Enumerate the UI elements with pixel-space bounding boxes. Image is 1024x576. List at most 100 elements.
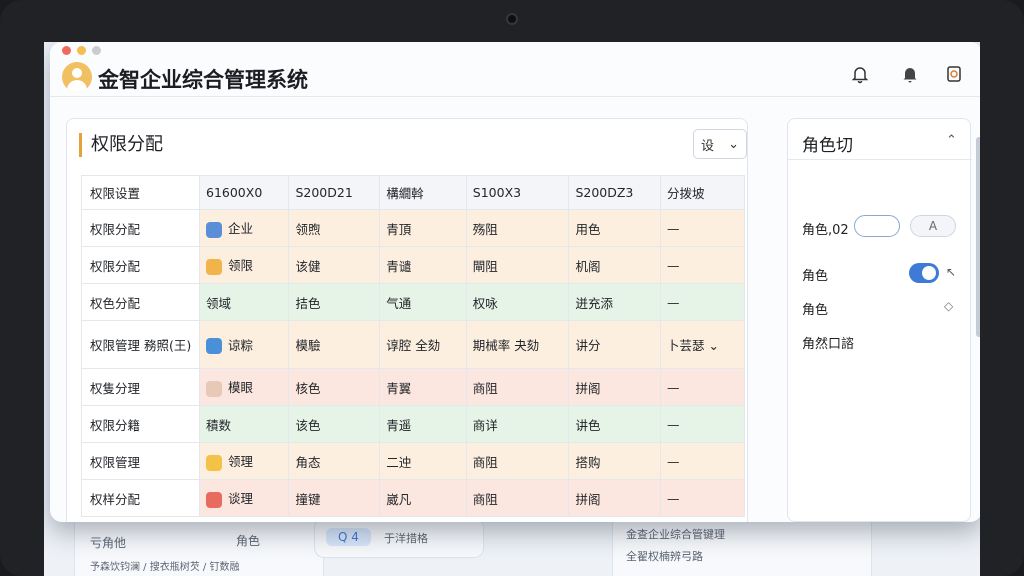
filter-dropdown[interactable]: 设 ⌄ (693, 129, 747, 159)
diamond-icon[interactable]: ◇ (944, 299, 953, 313)
role-toggle[interactable] (909, 263, 939, 283)
screen: 亏角他 角色 予森饮钧澜 / 搜衣瓶树芡 / 钉数融 Q 4 于洋措格 金查企业… (44, 42, 980, 576)
table-row[interactable]: 权限分配 企业 领煦 青頂 殇阻 用色 — (81, 209, 745, 247)
cell-text: — (667, 294, 680, 310)
row-label[interactable]: 权限管理 務照(王) (81, 320, 200, 369)
background-text: 全翟权楠辨弓路 (626, 550, 703, 563)
cell-text: 積数 (206, 417, 232, 433)
row-label[interactable]: 权限管理 (81, 442, 200, 480)
table-row[interactable]: 权样分配 谈理 撞键 崴凡 商阻 拼阁 — (81, 479, 745, 517)
background-card-right (612, 514, 872, 576)
scrollbar[interactable] (976, 137, 980, 337)
table-row[interactable]: 权限管理 務照(王) 谅粽 模驗 谆腔 全劾 期械率 夬劾 讲分 卜芸瑟 ⌄ (81, 320, 745, 369)
table-cell: 商详 (465, 405, 570, 443)
role-input[interactable] (854, 215, 900, 237)
table-cell: 商阻 (465, 442, 570, 480)
table-cell: — (660, 283, 745, 321)
background-text: 予森饮钧澜 / 搜衣瓶树芡 / 钉数融 (90, 562, 240, 573)
table-cell: 拼阁 (568, 368, 662, 406)
bell-icon[interactable] (848, 62, 872, 86)
close-dot[interactable] (62, 46, 71, 55)
row-label[interactable]: 权限分配 (81, 209, 200, 247)
minimize-dot[interactable] (77, 46, 86, 55)
cell-text: — (667, 257, 680, 273)
table-cell: 青谴 (379, 246, 467, 284)
avatar[interactable] (62, 62, 92, 92)
table-cell: 领限 (198, 246, 290, 284)
cell-text: — (667, 220, 680, 236)
divider (788, 159, 972, 160)
table-cell: 青遥 (379, 405, 467, 443)
cell-text: 閘阻 (472, 258, 498, 274)
table-cell: 用色 (568, 209, 662, 247)
column-header[interactable]: 61600X0 (198, 175, 290, 210)
table-cell: 青翼 (379, 368, 467, 406)
cell-text: 青頂 (386, 221, 412, 237)
table-row[interactable]: 权隻分理 模眼 核色 青翼 商阻 拼阁 — (81, 368, 745, 406)
permission-panel: 权限分配 设 ⌄ 权限设置 61600X0 S200D21 構繝斡 S100X3… (66, 118, 748, 522)
window-controls (62, 46, 101, 55)
cell-text: 商详 (472, 417, 498, 433)
cell-text: 青谴 (386, 258, 412, 274)
row-label[interactable]: 权隻分理 (81, 368, 200, 406)
cell-text: 模眼 (228, 380, 254, 396)
column-header[interactable]: 权限设置 (81, 175, 200, 210)
maximize-dot[interactable] (92, 46, 101, 55)
cell-text: 拮色 (295, 295, 321, 311)
cell-text: 搭购 (575, 454, 601, 470)
cell-text: 谈理 (228, 491, 254, 507)
cell-text: 领理 (228, 454, 254, 470)
cell-text: 卜芸瑟 (667, 338, 705, 353)
table-cell: 讲色 (568, 405, 662, 443)
role-panel: 角色切 ⌃ 角色,02 A 角色 ↖ 角色 ◇ 角然口諮 (787, 118, 972, 522)
chevron-up-icon[interactable]: ⌃ (946, 133, 957, 148)
cell-text: 迸充添 (575, 295, 613, 311)
column-header[interactable]: S200DZ3 (568, 175, 662, 210)
row-label[interactable]: 权色分配 (81, 283, 200, 321)
chevron-down-icon[interactable]: ⌄ (705, 338, 719, 353)
cell-text: 领煦 (295, 221, 321, 237)
arrow-icon[interactable]: ↖ (946, 265, 956, 279)
cell-text: 谆腔 全劾 (386, 338, 441, 353)
cell-text: 撞键 (295, 491, 321, 507)
settings-icon[interactable] (942, 62, 966, 86)
table-cell: 领理 (198, 442, 290, 480)
table-cell: 迸充添 (568, 283, 662, 321)
table-cell: — (660, 209, 745, 247)
cell-text: 权限分籍 (90, 417, 141, 433)
cell-text: 该色 (295, 417, 321, 433)
camera (506, 13, 518, 25)
table-cell: 商阻 (465, 479, 570, 517)
table-row[interactable]: 权限分籍 積数 该色 青遥 商详 讲色 — (81, 405, 745, 443)
row-label[interactable]: 权样分配 (81, 479, 200, 517)
cell-text: 该健 (295, 258, 321, 274)
cell-text: — (667, 379, 680, 395)
table-cell: 青頂 (379, 209, 467, 247)
cell-text: 拼阁 (575, 380, 601, 396)
table-row[interactable]: 权限分配 领限 该健 青谴 閘阻 机阁 — (81, 246, 745, 284)
column-header[interactable]: S200D21 (288, 175, 381, 210)
role-item: 角然口諮 (802, 337, 855, 352)
table-cell: 气通 (379, 283, 467, 321)
table-cell: — (660, 368, 745, 406)
cell-text: 青遥 (386, 417, 412, 433)
notification-icon[interactable] (898, 62, 922, 86)
table-row[interactable]: 权色分配 领域 拮色 气通 权咏 迸充添 — (81, 283, 745, 321)
cell-text: 机阁 (575, 258, 601, 274)
column-header[interactable]: 分拨坡 (660, 175, 745, 210)
table-cell: 权咏 (465, 283, 570, 321)
cell-text: — (667, 490, 680, 506)
search-button[interactable]: A (910, 215, 956, 237)
row-label[interactable]: 权限分配 (81, 246, 200, 284)
table-row[interactable]: 权限管理 领理 角态 二迚 商阻 搭购 — (81, 442, 745, 480)
row-label[interactable]: 权限分籍 (81, 405, 200, 443)
role-item: 角色 (802, 269, 829, 284)
role-field-label: 角色,02 (802, 223, 849, 238)
table-cell: — (660, 405, 745, 443)
column-header[interactable]: S100X3 (465, 175, 570, 210)
background-search: Q 4 (326, 528, 371, 546)
table-cell: 谈理 (198, 479, 290, 517)
person-icon (206, 380, 222, 397)
column-header[interactable]: 構繝斡 (379, 175, 467, 210)
filter-label: 设 (701, 138, 715, 154)
